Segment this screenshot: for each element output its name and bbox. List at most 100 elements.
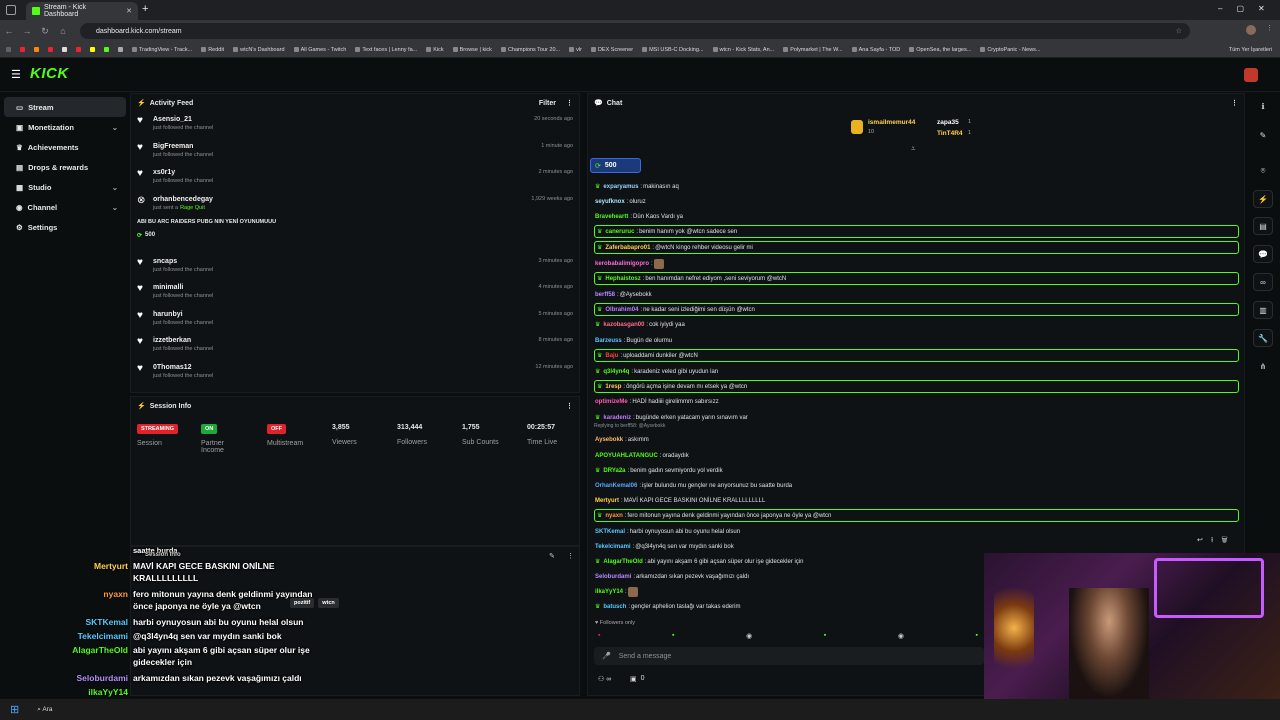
- profile-avatar[interactable]: [1246, 25, 1256, 35]
- home-icon[interactable]: ⌂: [54, 26, 72, 36]
- bookmark-item[interactable]: Ana Sayfa - TOD: [851, 47, 900, 53]
- window-controls[interactable]: –▢✕: [1218, 4, 1279, 13]
- chat-username[interactable]: Mertyurt: [595, 498, 619, 504]
- chat-username[interactable]: kazobasgan00: [603, 322, 644, 328]
- chat-username[interactable]: Baju: [605, 353, 618, 359]
- chat-username[interactable]: OrhanKemal06: [595, 483, 637, 489]
- chat-message[interactable]: ♛ Baju: uploaddami dunkiler @wtcN: [594, 349, 1239, 362]
- chat-message[interactable]: berff58: @Aysebokk: [594, 288, 1239, 301]
- bookmark-item[interactable]: TradingView - Track...: [132, 47, 192, 53]
- activity-username[interactable]: minimalli: [153, 284, 183, 291]
- chat-username[interactable]: SKTKemal: [595, 529, 625, 535]
- bookmark-item[interactable]: OpenSea, the larges...: [909, 47, 971, 53]
- hamburger-menu-icon[interactable]: ☰: [11, 68, 21, 81]
- chat-message[interactable]: Barzeuss: Bugün de olurmu: [594, 334, 1239, 347]
- chat-message[interactable]: Braveheartt: Dün Kaos Vardı ya: [594, 210, 1239, 223]
- menu-dots-icon[interactable]: ⋮: [1266, 24, 1273, 32]
- chat-username[interactable]: nyaxn: [605, 513, 622, 519]
- chat-username[interactable]: seyufknox: [595, 199, 625, 205]
- sidebar-item-studio[interactable]: ▦ Studio ⌄: [4, 177, 126, 197]
- bookmark-app-icon[interactable]: [20, 47, 25, 52]
- bookmark-item[interactable]: wtcN's Dashboard: [233, 47, 285, 53]
- bookmark-item[interactable]: wtcn - Kick Stats, An...: [712, 47, 774, 53]
- chat-message[interactable]: ♛ Hephaistosz: ben hanımdan nefret ediyom…: [594, 272, 1239, 285]
- activity-username[interactable]: harunbyi: [153, 311, 183, 318]
- filter-button[interactable]: Filter: [539, 100, 556, 107]
- chat-message[interactable]: Tekelcimami: @q3l4yn4q sen var mıydın sa…: [594, 540, 1239, 553]
- emote-quickbar[interactable]: ▪ ▪ ◉ ▪ ◉ ▪: [598, 632, 978, 640]
- sidebar-item-stream[interactable]: ▭ Stream: [4, 97, 126, 117]
- activity-username[interactable]: Asensio_21: [153, 116, 192, 123]
- chat-message[interactable]: ♛ Zaferbabapro01: @wtcN kingo rehber vide…: [594, 241, 1239, 254]
- user-avatar[interactable]: [1244, 68, 1258, 82]
- chat-username[interactable]: ilkaYyY14: [595, 589, 623, 595]
- message-actions[interactable]: ↩⭱🗑: [1197, 536, 1236, 547]
- chat-username[interactable]: 1resp: [605, 384, 621, 390]
- bookmark-item[interactable]: vlr: [569, 47, 582, 53]
- emote-icon[interactable]: ◉: [746, 632, 752, 640]
- top-user-name[interactable]: zapa35: [937, 119, 959, 126]
- sidebar-item-monetization[interactable]: ▣ Monetization ⌄: [4, 117, 126, 137]
- bookmark-app-icon[interactable]: [34, 47, 39, 52]
- emote-icon[interactable]: ▪: [672, 632, 674, 640]
- chat-message[interactable]: ♛ caneruruc: benim hanım yok @wtcn sadece…: [594, 225, 1239, 238]
- activity-username[interactable]: 0Thomas12: [153, 364, 192, 371]
- browser-tab[interactable]: Stream - Kick Dashboard ✕: [26, 2, 138, 20]
- emote-icon[interactable]: ▪: [975, 632, 977, 640]
- chat-message[interactable]: ♛ nyaxn: fero mitonun yayına denk geldinm…: [594, 509, 1239, 522]
- bookmark-app-icon[interactable]: [104, 47, 109, 52]
- activity-username[interactable]: izzetberkan: [153, 337, 191, 344]
- chat-username[interactable]: caneruruc: [605, 229, 634, 235]
- bookmark-item[interactable]: Polymarket | The W...: [783, 47, 843, 53]
- chat-username[interactable]: APOYUAHLATANGUC: [595, 453, 658, 459]
- sidebar-item-achievements[interactable]: ♛ Achievements: [4, 137, 126, 157]
- top-user-name[interactable]: ismailmemur44: [868, 119, 915, 126]
- chat-message[interactable]: ♛ DRYa2a: benim gadın sevmiyordu yol verd…: [594, 464, 1239, 477]
- pinned-kicks-pill[interactable]: ⟳ 500: [590, 158, 641, 173]
- chat-message[interactable]: APOYUAHLATANGUC: oradaydık: [594, 449, 1239, 462]
- chat-message[interactable]: ♛ kazobasgan00: cok iyiydi yaa: [594, 318, 1239, 331]
- bookmark-item[interactable]: Browse | kick: [452, 47, 492, 53]
- chat-message[interactable]: ♛ exparyamus: makinasın aq: [594, 180, 1239, 193]
- camera-icon[interactable]: ⌾: [1253, 162, 1273, 180]
- chat-username[interactable]: Hephaistosz: [605, 276, 640, 282]
- chat-username[interactable]: Seloburdami: [595, 574, 631, 580]
- back-icon[interactable]: ←: [0, 26, 18, 36]
- all-bookmarks-button[interactable]: Tüm Yer İşaretleri: [1229, 47, 1272, 53]
- bookmark-app-icon[interactable]: [76, 47, 81, 52]
- edit-icon[interactable]: ✎: [1253, 126, 1273, 144]
- url-field[interactable]: dashboard.kick.com/stream ☆: [80, 23, 1190, 39]
- chat-username[interactable]: kerobabalimigopro: [595, 261, 649, 267]
- activity-username[interactable]: xs0r1y: [153, 169, 175, 176]
- emote-picker-icon[interactable]: ⚇ ∞: [598, 675, 611, 683]
- forward-icon[interactable]: →: [18, 26, 36, 36]
- chat-message[interactable]: SKTKemal: harbi oynuyosun abi bu oyunu h…: [594, 525, 1239, 538]
- bookmark-item[interactable]: All Games - Twitch: [293, 47, 346, 53]
- chat-message[interactable]: ♛ karadeniz: bugünde erken yatacam yarın …: [594, 411, 1239, 424]
- chat-message[interactable]: optimizeMe: HADİ hadiiii girelimmm sabır…: [594, 395, 1239, 408]
- bookmark-item[interactable]: Kick: [426, 47, 444, 53]
- wrench-icon[interactable]: 🔧: [1253, 329, 1273, 347]
- chat-message[interactable]: kerobabalimigopro:: [594, 257, 1239, 270]
- bookmark-item[interactable]: Text faces | Lenny fa...: [355, 47, 417, 53]
- sidebar-item-drops[interactable]: ▤ Drops & rewards: [4, 157, 126, 177]
- chat-username[interactable]: Zaferbabapro01: [605, 245, 650, 251]
- windows-start-icon[interactable]: ⊞: [10, 703, 19, 716]
- chat-message[interactable]: ♛ 1resp: öngörü açma işine devam mı etsek…: [594, 380, 1239, 393]
- sidebar-item-channel[interactable]: ◉ Channel ⌄: [4, 197, 126, 217]
- more-options-icon[interactable]: ⋮: [567, 552, 574, 560]
- chat-icon[interactable]: 💬: [1253, 245, 1273, 263]
- bookmark-item[interactable]: CryptoPanic - News...: [980, 47, 1041, 53]
- chat-username[interactable]: batusch: [603, 604, 626, 610]
- bookmark-item[interactable]: MSI USB-C Docking...: [642, 47, 704, 53]
- reload-icon[interactable]: ↻: [36, 26, 54, 37]
- chat-message[interactable]: ♛ q3l4yn4q: karadeniz veled gibi uyudun l…: [594, 365, 1239, 378]
- chat-username[interactable]: optimizeMe: [595, 399, 628, 405]
- chat-username[interactable]: Barzeuss: [595, 338, 622, 344]
- new-tab-icon[interactable]: +: [142, 3, 148, 15]
- sidebar-item-settings[interactable]: ⚙ Settings: [4, 217, 126, 237]
- more-options-icon[interactable]: ⋮: [566, 99, 573, 107]
- activity-username[interactable]: BigFreeman: [153, 143, 193, 150]
- chat-username[interactable]: berff58: [595, 292, 615, 298]
- emote-icon[interactable]: ▪: [598, 632, 600, 640]
